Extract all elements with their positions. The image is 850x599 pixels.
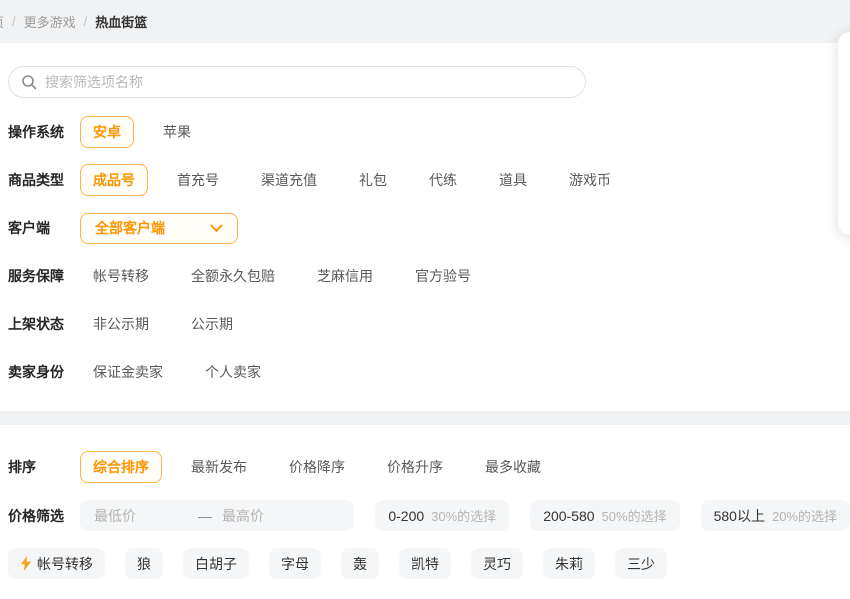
price-range-box: — xyxy=(80,500,354,531)
filter-option[interactable]: 个人卖家 xyxy=(192,356,274,388)
filter-label: 操作系统 xyxy=(8,122,80,142)
preset-range: 0-200 xyxy=(388,508,424,524)
breadcrumb-more-games[interactable]: 更多游戏 xyxy=(24,12,76,31)
breadcrumb: 页 / 更多游戏 / 热血街篮 xyxy=(0,12,147,31)
sort-row: 排序 综合排序 最新发布 价格降序 价格升序 最多收藏 xyxy=(8,451,850,483)
breadcrumb-current: 热血街篮 xyxy=(95,12,147,31)
sort-label: 排序 xyxy=(8,457,80,477)
price-presets: 0-200 30%的选择 200-580 50%的选择 580以上 20%的选择 xyxy=(354,500,850,531)
sort-option-price-desc[interactable]: 价格降序 xyxy=(276,451,358,483)
filter-option[interactable]: 渠道充值 xyxy=(248,164,330,196)
filter-label: 上架状态 xyxy=(8,314,80,334)
filter-label: 服务保障 xyxy=(8,266,80,286)
quick-tag-label: 凯特 xyxy=(411,554,439,574)
client-dropdown[interactable]: 全部客户端 xyxy=(80,213,238,244)
filter-content: 操作系统 安卓 苹果 商品类型 成品号 首充号 渠道充值 礼包 代练 道具 游戏… xyxy=(0,43,850,595)
quick-tag[interactable]: 字母 xyxy=(269,548,321,579)
sort-option-newest[interactable]: 最新发布 xyxy=(178,451,260,483)
quick-tag[interactable]: 朱莉 xyxy=(543,548,595,579)
sort-option-comprehensive[interactable]: 综合排序 xyxy=(80,451,162,483)
filter-row-client: 客户端 全部客户端 xyxy=(8,212,850,244)
filter-option[interactable]: 首充号 xyxy=(164,164,232,196)
preset-range: 200-580 xyxy=(543,508,594,524)
client-dropdown-value: 全部客户端 xyxy=(95,218,165,238)
filter-option[interactable]: 保证金卖家 xyxy=(80,356,176,388)
filter-option[interactable]: 公示期 xyxy=(178,308,246,340)
filter-option-ios[interactable]: 苹果 xyxy=(150,116,204,148)
quick-tag[interactable]: 凯特 xyxy=(399,548,451,579)
price-filter-row: 价格筛选 — 0-200 30%的选择 200-580 50%的选择 580以上… xyxy=(8,500,850,531)
quick-tag[interactable]: 灵巧 xyxy=(471,548,523,579)
filter-row-service: 服务保障 帐号转移 全额永久包赔 芝麻信用 官方验号 xyxy=(8,260,850,292)
filter-row-product-type: 商品类型 成品号 首充号 渠道充值 礼包 代练 道具 游戏币 xyxy=(8,164,850,196)
quick-tag-label: 三少 xyxy=(627,554,655,574)
filter-label: 商品类型 xyxy=(8,170,80,190)
quick-tag-label: 朱莉 xyxy=(555,554,583,574)
filter-option[interactable]: 官方验号 xyxy=(402,260,484,292)
filter-option-android[interactable]: 安卓 xyxy=(80,116,134,148)
quick-tag[interactable]: 三少 xyxy=(615,548,667,579)
filter-option[interactable]: 道具 xyxy=(486,164,540,196)
section-divider xyxy=(0,411,850,425)
max-price-input[interactable] xyxy=(222,508,326,524)
price-preset-0-200[interactable]: 0-200 30%的选择 xyxy=(375,500,509,531)
quick-tags-row: 帐号转移 狼 白胡子 字母 轰 凯特 灵巧 朱莉 三少 xyxy=(8,548,850,579)
filter-label: 卖家身份 xyxy=(8,362,80,382)
preset-note: 20%的选择 xyxy=(772,506,837,525)
filter-option[interactable]: 非公示期 xyxy=(80,308,162,340)
top-header-strip: 页 / 更多游戏 / 热血街篮 xyxy=(0,0,850,43)
sort-option-most-favorited[interactable]: 最多收藏 xyxy=(472,451,554,483)
chevron-down-icon xyxy=(210,224,223,233)
price-preset-580-plus[interactable]: 580以上 20%的选择 xyxy=(701,500,850,531)
search-icon xyxy=(21,74,37,90)
quick-tag-account-transfer[interactable]: 帐号转移 xyxy=(8,548,105,579)
price-preset-200-580[interactable]: 200-580 50%的选择 xyxy=(530,500,679,531)
filter-page: 页 / 更多游戏 / 热血街篮 操作系统 安卓 苹果 商品类型 成品号 首充号 … xyxy=(0,0,850,599)
quick-tag-label: 灵巧 xyxy=(483,554,511,574)
sort-option-price-asc[interactable]: 价格升序 xyxy=(374,451,456,483)
search-input[interactable] xyxy=(45,74,573,90)
breadcrumb-separator: / xyxy=(84,14,88,29)
filter-row-os: 操作系统 安卓 苹果 xyxy=(8,116,850,148)
breadcrumb-root[interactable]: 页 xyxy=(0,12,4,31)
quick-tag[interactable]: 狼 xyxy=(125,548,163,579)
filter-row-seller-identity: 卖家身份 保证金卖家 个人卖家 xyxy=(8,356,850,388)
preset-range: 580以上 xyxy=(714,506,765,526)
filter-option[interactable]: 代练 xyxy=(416,164,470,196)
lightning-icon xyxy=(20,556,32,571)
preset-note: 50%的选择 xyxy=(602,506,667,525)
filter-option[interactable]: 芝麻信用 xyxy=(304,260,386,292)
min-price-input[interactable] xyxy=(94,508,198,524)
filter-row-listing-status: 上架状态 非公示期 公示期 xyxy=(8,308,850,340)
price-range-separator: — xyxy=(198,508,212,524)
filter-option[interactable]: 帐号转移 xyxy=(80,260,162,292)
search-bar[interactable] xyxy=(8,66,586,98)
filter-option[interactable]: 成品号 xyxy=(80,164,148,196)
quick-tag-label: 字母 xyxy=(281,554,309,574)
preset-note: 30%的选择 xyxy=(431,506,496,525)
filter-option[interactable]: 全额永久包赔 xyxy=(178,260,288,292)
quick-tag-label: 轰 xyxy=(353,554,367,574)
filter-option[interactable]: 礼包 xyxy=(346,164,400,196)
filter-label: 客户端 xyxy=(8,218,80,238)
breadcrumb-separator: / xyxy=(12,14,16,29)
quick-tag[interactable]: 白胡子 xyxy=(183,548,249,579)
quick-tag[interactable]: 轰 xyxy=(341,548,379,579)
quick-tag-label: 帐号转移 xyxy=(37,554,93,574)
price-filter-label: 价格筛选 xyxy=(8,506,80,526)
quick-tag-label: 白胡子 xyxy=(195,554,237,574)
quick-tag-label: 狼 xyxy=(137,554,151,574)
filter-option[interactable]: 游戏币 xyxy=(556,164,624,196)
